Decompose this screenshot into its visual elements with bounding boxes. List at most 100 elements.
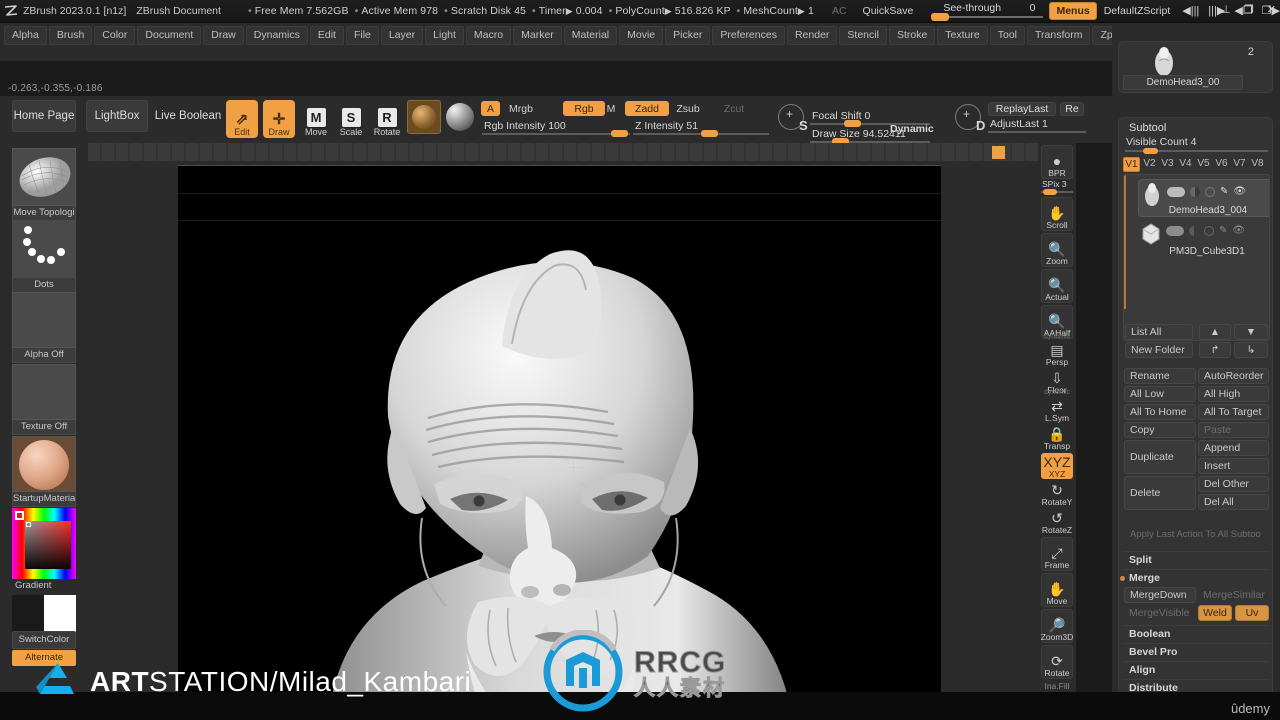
lightbox-button[interactable]: LightBox	[86, 100, 148, 132]
split-section[interactable]: Split	[1124, 551, 1269, 568]
edit-mode-button[interactable]: ⇗ Edit	[226, 100, 258, 138]
paste-button[interactable]: Paste	[1198, 422, 1269, 438]
channel-rgb-toggle[interactable]: Rgb	[563, 101, 605, 116]
all-to-target-button[interactable]: All To Target	[1198, 404, 1269, 420]
mergevisible-button[interactable]: MergeVisible	[1124, 605, 1196, 621]
material-selector[interactable]: StartupMateria	[12, 436, 76, 507]
insert-button[interactable]: Insert	[1198, 458, 1269, 474]
scale-mode-button[interactable]: S Scale	[335, 100, 367, 138]
menu-item-dynamics[interactable]: Dynamics	[245, 26, 308, 45]
channel-m-toggle[interactable]: M	[603, 101, 619, 116]
view-tab-v6[interactable]: V6	[1213, 157, 1230, 172]
frame-button[interactable]: ⤢ Frame	[1041, 537, 1073, 571]
move-into-button[interactable]: ↳	[1234, 342, 1268, 358]
zoom-button[interactable]: 🔍 Zoom	[1041, 233, 1073, 267]
doc-marker-icon[interactable]	[992, 146, 1005, 159]
mergedown-button[interactable]: MergeDown	[1124, 587, 1196, 603]
view-tab-v5[interactable]: V5	[1195, 157, 1212, 172]
new-folder-button[interactable]: New Folder	[1125, 342, 1193, 358]
spix-knob[interactable]	[1043, 189, 1057, 195]
menu-item-render[interactable]: Render	[786, 26, 838, 45]
menu-item-light[interactable]: Light	[425, 26, 464, 45]
ac-label[interactable]: AC	[832, 5, 847, 17]
menu-item-material[interactable]: Material	[563, 26, 618, 45]
color-picker[interactable]: Gradient	[12, 508, 76, 593]
close-icon[interactable]: ✕	[1267, 3, 1276, 16]
view-tab-v8[interactable]: V8	[1249, 157, 1266, 172]
autoreorder-button[interactable]: AutoReorder	[1198, 368, 1269, 384]
menu-item-picker[interactable]: Picker	[665, 26, 711, 45]
menu-item-movie[interactable]: Movie	[619, 26, 664, 45]
rotatez-button[interactable]: ↺ RotateZ	[1041, 509, 1073, 535]
move-mode-button[interactable]: M Move	[300, 100, 332, 138]
texture-selector[interactable]: Texture Off	[12, 364, 76, 435]
merge-section[interactable]: Merge	[1120, 569, 1269, 586]
persp-button[interactable]: dynamic ▤ Persp	[1041, 333, 1073, 367]
delete-button[interactable]: Delete	[1124, 476, 1196, 510]
weld-button[interactable]: Weld	[1198, 605, 1232, 621]
rotate-button[interactable]: ⟳ Rotate	[1041, 645, 1073, 679]
duplicate-button[interactable]: Duplicate	[1124, 440, 1196, 474]
visible-count-knob[interactable]	[1143, 148, 1158, 154]
tool-slot[interactable]: 2 DemoHead3_00	[1118, 41, 1273, 93]
paint-brush-icon[interactable]: ✎	[1220, 186, 1228, 197]
alpha-selector[interactable]: Alpha Off	[12, 292, 76, 363]
list-all-button[interactable]: List All	[1125, 324, 1193, 340]
view-tab-v2[interactable]: V2	[1141, 157, 1158, 172]
front-color-swatch[interactable]	[12, 595, 44, 633]
contrast-circle-icon[interactable]	[1204, 225, 1214, 236]
boolean-section[interactable]: Boolean	[1124, 625, 1269, 642]
bpr-button[interactable]: ● BPR	[1041, 145, 1073, 179]
rgb-intensity-slider[interactable]: Rgb Intensity 100	[482, 120, 630, 137]
menu-item-tool[interactable]: Tool	[989, 26, 1025, 45]
eye-toggle-icon[interactable]	[1167, 186, 1185, 197]
scroll-left-icon[interactable]: ◀|||	[1182, 5, 1199, 17]
align-section[interactable]: Align	[1124, 661, 1269, 678]
menu-item-macro[interactable]: Macro	[465, 26, 512, 45]
menu-item-texture[interactable]: Texture	[937, 26, 988, 45]
apply-last-action-button[interactable]: Apply Last Action To All Subtoo	[1124, 523, 1269, 545]
actual-button[interactable]: 🔍 Actual	[1041, 269, 1073, 303]
bevelpro-section[interactable]: Bevel Pro	[1124, 643, 1269, 660]
half-moon-icon[interactable]	[1189, 225, 1199, 236]
eye-open-icon[interactable]: 👁	[1233, 186, 1246, 197]
del-other-button[interactable]: Del Other	[1198, 476, 1269, 492]
rename-button[interactable]: Rename	[1124, 368, 1196, 384]
dynamic-label[interactable]: Dynamic	[890, 123, 934, 135]
menu-item-layer[interactable]: Layer	[380, 26, 424, 45]
menu-item-color[interactable]: Color	[94, 26, 136, 45]
move-out-button[interactable]: ↱	[1199, 342, 1231, 358]
paint-brush-icon[interactable]: ✎	[1219, 225, 1227, 236]
move-button[interactable]: ✋ Move	[1041, 573, 1073, 607]
focal-shift-knob[interactable]	[844, 120, 861, 127]
all-low-button[interactable]: All Low	[1124, 386, 1196, 402]
append-button[interactable]: Append	[1198, 440, 1269, 456]
del-all-button[interactable]: Del All	[1198, 494, 1269, 510]
restore-icon[interactable]: ❐	[1244, 3, 1254, 16]
z-intensity-knob[interactable]	[701, 130, 718, 137]
view-tab-v4[interactable]: V4	[1177, 157, 1194, 172]
menu-item-marker[interactable]: Marker	[513, 26, 562, 45]
see-through-knob[interactable]	[931, 13, 950, 21]
scroll-button[interactable]: ✋ Scroll	[1041, 197, 1073, 231]
quicksave-button[interactable]: QuickSave	[863, 5, 914, 17]
transp-button[interactable]: 🔒 Transp	[1041, 425, 1073, 451]
rotatey-button[interactable]: ↻ RotateY	[1041, 481, 1073, 507]
channel-zadd-toggle[interactable]: Zadd	[625, 101, 669, 116]
channel-zsub-toggle[interactable]: Zsub	[672, 101, 704, 116]
adjustlast-slider[interactable]: AdjustLast 1	[988, 118, 1086, 134]
z-intensity-slider[interactable]: Z Intensity 51	[633, 120, 769, 137]
mergesimilar-button[interactable]: MergeSimilar	[1198, 587, 1270, 603]
contrast-circle-icon[interactable]	[1205, 186, 1215, 197]
color-swatches[interactable]	[12, 595, 76, 633]
menu-item-document[interactable]: Document	[137, 26, 202, 45]
spix-slider[interactable]: SPix 3	[1041, 179, 1073, 195]
replaylast-short-button[interactable]: Re	[1060, 102, 1084, 116]
home-page-button[interactable]: Home Page	[12, 100, 76, 132]
subtool-item-demohead[interactable]: ✎ 👁 DemoHead3_004	[1138, 179, 1269, 217]
document-tabs-strip[interactable]	[88, 143, 1038, 161]
back-color-swatch[interactable]	[44, 595, 76, 633]
rotate-mode-button[interactable]: R Rotate	[371, 100, 403, 138]
move-up-button[interactable]: ▲	[1199, 324, 1231, 340]
eye-toggle-icon[interactable]	[1166, 225, 1184, 236]
